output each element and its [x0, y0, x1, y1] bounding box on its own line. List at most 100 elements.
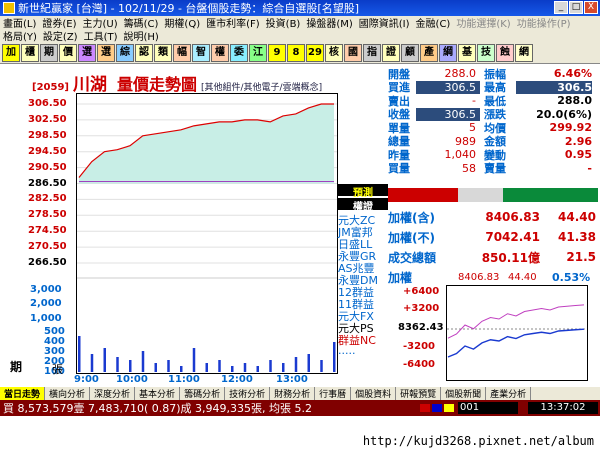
toolbar-button-0[interactable]: 加 [2, 43, 20, 62]
code-input[interactable]: 001 [458, 402, 518, 414]
analysis-tab-0[interactable]: 當日走勢 [0, 387, 46, 400]
broker-item[interactable]: 永豐GR [338, 248, 388, 263]
menu-item-8[interactable]: 國際資訊(I) [359, 15, 410, 30]
broker-item[interactable]: 11群益 [338, 296, 388, 311]
analysis-tab-2[interactable]: 深度分析 [90, 387, 136, 400]
status-indicator-blue [432, 404, 442, 412]
broker-item[interactable]: 永豐DM [338, 272, 388, 287]
analysis-tab-4[interactable]: 籌碼分析 [180, 387, 226, 400]
index-table: 加權(含) 8406.83 44.40 加權(不) 7042.41 41.38 成交總額 85… [388, 207, 598, 267]
analysis-tab-5[interactable]: 技術分析 [225, 387, 271, 400]
stock-header: [2059] 川湖 量價走勢圖 [其他組件/其他電子/雲端概念] [32, 70, 322, 95]
broker-item[interactable]: 元大PS [338, 320, 388, 335]
index-label: 成交總額 [388, 250, 437, 265]
quote-value: 1,040 [444, 148, 477, 162]
menu-item-6[interactable]: 投資(B) [266, 15, 301, 30]
price-tick: 266.50 [28, 257, 67, 268]
volume-tick: 1,000 [30, 313, 62, 324]
toolbar-button-6[interactable]: 綜 [116, 43, 134, 62]
toolbar-button-9[interactable]: 幅 [173, 43, 191, 62]
toolbar-button-8[interactable]: 類 [154, 43, 172, 62]
maximize-button[interactable]: □ [569, 1, 583, 14]
quote-value: 306.5 [416, 80, 480, 94]
analysis-tab-9[interactable]: 研報預覽 [396, 387, 442, 400]
bar-red [388, 188, 458, 202]
minimize-button[interactable]: _ [554, 1, 568, 14]
price-tick: 298.50 [28, 129, 67, 141]
toolbar-button-1[interactable]: 櫃 [21, 43, 39, 62]
toolbar-button-5[interactable]: 選 [97, 43, 115, 62]
menu-item-7[interactable]: 操盤器(M) [306, 15, 352, 30]
menu-item-10[interactable]: 功能選擇(K) [456, 15, 510, 30]
toolbar-button-3[interactable]: 價 [59, 43, 77, 62]
toolbar-button-17[interactable]: 核 [325, 43, 343, 62]
analysis-tab-11[interactable]: 產業分析 [486, 387, 532, 400]
close-button[interactable]: X [584, 1, 598, 14]
toolbar-button-22[interactable]: 產 [420, 43, 438, 62]
toolbar-button-23[interactable]: 綱 [439, 43, 457, 62]
menu2-item-1[interactable]: 設定(Z) [43, 28, 78, 43]
window-controls: _ □ X [554, 1, 598, 14]
quote-value: 58 [462, 161, 476, 175]
toolbar-button-10[interactable]: 智 [192, 43, 210, 62]
volume-bar [294, 357, 298, 372]
broker-item[interactable]: AS兆豐 [338, 260, 388, 275]
main-panel: [2059] 川湖 量價走勢圖 [其他組件/其他電子/雲端概念] 306.50 3… [0, 64, 600, 387]
analysis-tab-8[interactable]: 個股資料 [351, 387, 397, 400]
toolbar-button-19[interactable]: 指 [363, 43, 381, 62]
menu-item-11[interactable]: 功能操作(P) [517, 15, 571, 30]
time-tick: 11:00 [168, 374, 200, 385]
quote-value: 288.0 [444, 67, 477, 81]
volume-bar [116, 357, 119, 372]
toolbar-button-26[interactable]: 蝕 [496, 43, 514, 62]
toolbar-button-11[interactable]: 權 [211, 43, 229, 62]
toolbar-button-15[interactable]: 8 [287, 43, 305, 62]
warrant-tab[interactable]: 權證 [338, 198, 388, 213]
toolbar-button-7[interactable]: 認 [135, 43, 153, 62]
broker-item[interactable]: 日盛LL [338, 236, 388, 251]
broker-item[interactable]: 群益NC [338, 332, 388, 347]
toolbar-button-16[interactable]: 29 [306, 43, 324, 62]
mini-axis-tick: -3200 [403, 341, 435, 352]
toolbar-button-25[interactable]: 技 [477, 43, 495, 62]
broker-item[interactable]: 元大ZC [338, 212, 388, 227]
toolbar-button-18[interactable]: 國 [344, 43, 362, 62]
quick-toolbar: 加櫃期價選選綜認類幅智權委江 9 8 29 核國指證顧產綱基技蝕網 [0, 42, 600, 64]
buy-sell-bar [388, 188, 598, 202]
broker-item[interactable]: JM富邦 [338, 224, 388, 239]
price-tick: 306.50 [28, 98, 67, 109]
menu-item-5[interactable]: 匯市利率(F) [206, 15, 260, 30]
time-axis: 9:00 10:00 11:00 12:00 13:00 [74, 374, 338, 386]
quote-value: 299.92 [549, 121, 592, 135]
index-change: 44.40 [558, 210, 596, 224]
time-tick: 10:00 [116, 374, 148, 385]
analysis-tab-6[interactable]: 財務分析 [270, 387, 316, 400]
price-tick: 278.50 [28, 209, 67, 221]
menu-item-9[interactable]: 金融(C) [416, 15, 451, 30]
toolbar-button-14[interactable]: 9 [268, 43, 286, 62]
analysis-tab-10[interactable]: 個股新聞 [441, 387, 487, 400]
toolbar-button-27[interactable]: 網 [515, 43, 533, 62]
toolbar-button-13[interactable]: 江 [249, 43, 267, 62]
menu-item-4[interactable]: 期權(Q) [164, 15, 200, 30]
volume-bar [243, 363, 247, 372]
analysis-tab-7[interactable]: 行事曆 [315, 387, 352, 400]
volume-bar [154, 363, 157, 372]
toolbar-button-21[interactable]: 顧 [401, 43, 419, 62]
forecast-tab[interactable]: 預測 [338, 184, 388, 199]
quote-label: 買量 [388, 162, 410, 176]
toolbar-button-20[interactable]: 證 [382, 43, 400, 62]
mini-index-chart [446, 285, 588, 381]
toolbar-button-24[interactable]: 基 [458, 43, 476, 62]
broker-item[interactable]: 12群益 [338, 284, 388, 299]
toolbar-button-12[interactable]: 委 [230, 43, 248, 62]
analysis-tab-1[interactable]: 橫向分析 [45, 387, 91, 400]
toolbar-button-4[interactable]: 選 [78, 43, 96, 62]
analysis-tab-3[interactable]: 基本分析 [135, 387, 181, 400]
menu2-item-3[interactable]: 說明(H) [124, 28, 159, 43]
volume-bar [256, 366, 259, 372]
broker-item[interactable]: 元大FX [338, 308, 388, 323]
toolbar-button-2[interactable]: 期 [40, 43, 58, 62]
menu2-item-2[interactable]: 工具(T) [84, 28, 118, 43]
menu2-item-0[interactable]: 格局(Y) [3, 28, 37, 43]
